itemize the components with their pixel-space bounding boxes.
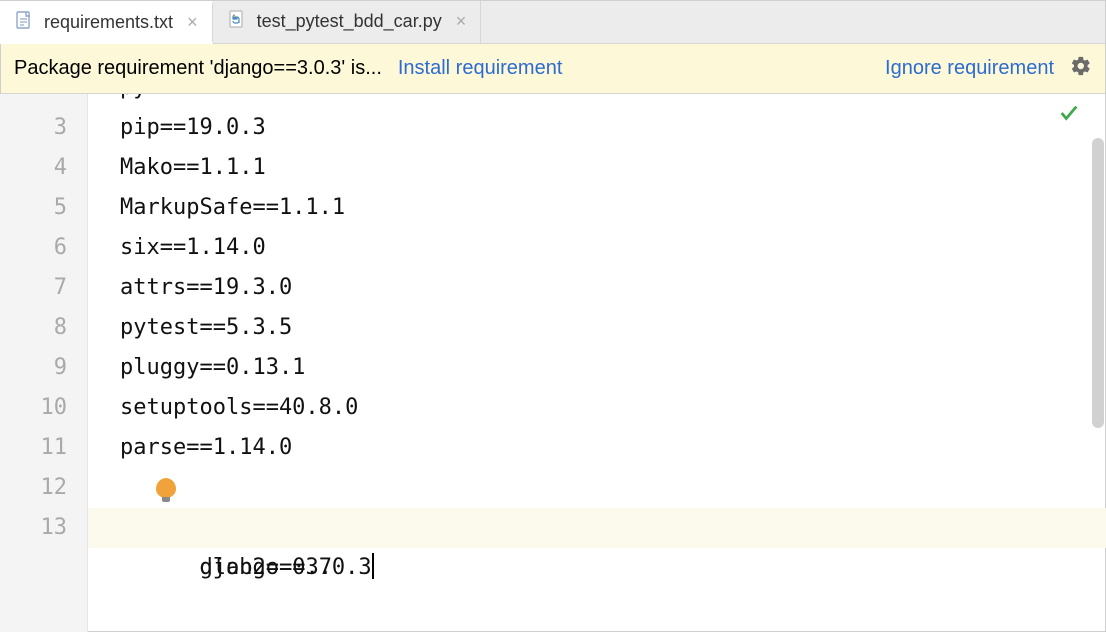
code-line: Mako==1.1.1 bbox=[120, 148, 1106, 188]
line-number: 13 bbox=[0, 508, 67, 548]
banner-message: Package requirement 'django==3.0.3' is..… bbox=[14, 57, 382, 80]
close-icon[interactable]: × bbox=[187, 12, 198, 33]
code-line-current: django==3.0.3 bbox=[88, 508, 1106, 548]
ignore-requirement-link[interactable]: Ignore requirement bbox=[885, 57, 1054, 80]
code-content[interactable]: py .... pip==19.0.3 Mako==1.1.1 MarkupSa… bbox=[88, 94, 1106, 632]
line-number: 9 bbox=[0, 348, 67, 388]
line-number bbox=[0, 96, 67, 108]
line-number: 10 bbox=[0, 388, 67, 428]
code-line: MarkupSafe==1.1.1 bbox=[120, 188, 1106, 228]
intention-bulb-icon[interactable] bbox=[156, 478, 176, 498]
text-editor[interactable]: 3 4 5 6 7 8 9 10 11 12 13 py .... pip==1… bbox=[0, 94, 1106, 632]
line-number-gutter: 3 4 5 6 7 8 9 10 11 12 13 bbox=[0, 94, 88, 632]
code-line: pip==19.0.3 bbox=[120, 108, 1106, 148]
package-requirement-banner: Package requirement 'django==3.0.3' is..… bbox=[0, 44, 1106, 94]
line-number: 4 bbox=[0, 148, 67, 188]
tab-label: test_pytest_bdd_car.py bbox=[257, 11, 442, 32]
close-icon[interactable]: × bbox=[456, 11, 467, 32]
install-requirement-link[interactable]: Install requirement bbox=[398, 57, 563, 80]
tab-requirements-txt[interactable]: requirements.txt × bbox=[0, 1, 213, 44]
code-line: parse==1.14.0 bbox=[120, 428, 1106, 468]
line-number: 6 bbox=[0, 228, 67, 268]
code-line: attrs==19.3.0 bbox=[120, 268, 1106, 308]
code-line: six==1.14.0 bbox=[120, 228, 1106, 268]
python-file-icon bbox=[227, 9, 247, 34]
line-number: 12 bbox=[0, 468, 67, 508]
code-line: pytest==5.3.5 bbox=[120, 308, 1106, 348]
tab-label: requirements.txt bbox=[44, 12, 173, 33]
text-caret bbox=[372, 553, 374, 579]
code-line: glob2==0.7 bbox=[120, 468, 1106, 508]
editor-tab-bar: requirements.txt × test_pytest_bdd_car.p… bbox=[0, 0, 1106, 44]
code-line: setuptools==40.8.0 bbox=[120, 388, 1106, 428]
gear-icon[interactable] bbox=[1070, 55, 1092, 83]
tab-test-pytest-bdd-car[interactable]: test_pytest_bdd_car.py × bbox=[213, 0, 482, 43]
vertical-scrollbar[interactable] bbox=[1090, 138, 1104, 626]
code-line: py .... bbox=[120, 94, 1106, 108]
line-number: 7 bbox=[0, 268, 67, 308]
line-number: 5 bbox=[0, 188, 67, 228]
scrollbar-thumb[interactable] bbox=[1092, 138, 1104, 428]
line-number: 11 bbox=[0, 428, 67, 468]
code-line: pluggy==0.13.1 bbox=[120, 348, 1106, 388]
line-number: 8 bbox=[0, 308, 67, 348]
line-number: 3 bbox=[0, 108, 67, 148]
text-file-icon bbox=[14, 10, 34, 35]
code-text: django==3.0.3 bbox=[199, 555, 371, 580]
